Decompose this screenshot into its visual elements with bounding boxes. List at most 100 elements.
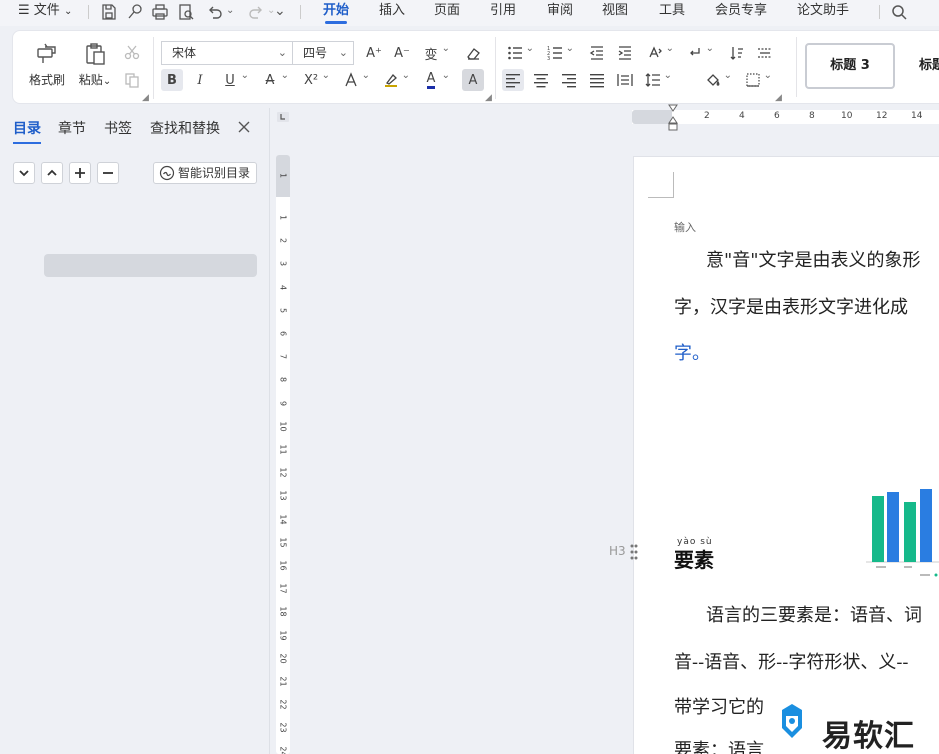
show-marks-button[interactable] — [754, 42, 776, 64]
paragraph-line[interactable]: 要素：语言 — [674, 736, 764, 754]
border-button[interactable] — [742, 69, 772, 91]
drag-handle-icon[interactable] — [629, 543, 639, 561]
shrink-font-button[interactable]: A⁻ — [391, 42, 413, 64]
text-effect-button[interactable] — [340, 69, 370, 91]
text-direction-button[interactable] — [644, 42, 674, 64]
style-heading-3[interactable]: 标题 3 — [805, 43, 895, 89]
file-menu[interactable]: ☰ 文件 ⌄ — [18, 0, 72, 24]
paragraph-line[interactable]: 字，汉字是由表形文字进化成 — [674, 293, 908, 319]
line-spacing-button[interactable] — [642, 69, 672, 91]
indent-marker-icon[interactable] — [668, 104, 678, 134]
align-center-button[interactable] — [530, 69, 552, 91]
cut-icon[interactable] — [121, 41, 143, 63]
remove-toc-button[interactable] — [97, 162, 119, 184]
ruler-tick-label: 8 — [809, 111, 815, 121]
tab-insert[interactable]: 插入 — [379, 0, 405, 24]
numbered-list-button[interactable]: 123 — [544, 42, 574, 64]
tab-member[interactable]: 会员专享 — [715, 0, 767, 24]
style-heading[interactable]: 标题 — [905, 43, 939, 89]
increase-indent-button[interactable] — [614, 42, 636, 64]
font-color-button[interactable]: A — [420, 69, 450, 91]
sort-button[interactable] — [684, 42, 714, 64]
sort-az-button[interactable] — [726, 42, 748, 64]
chevron-down-icon[interactable]: ⌄ — [226, 5, 234, 16]
collapse-button[interactable] — [13, 162, 35, 184]
highlight-button[interactable] — [380, 69, 410, 91]
bullet-list-button[interactable] — [504, 42, 534, 64]
shading-button[interactable] — [702, 69, 732, 91]
distribute-button[interactable] — [614, 69, 636, 91]
paragraph-line[interactable]: 音--语音、形--字符形状、义-- — [674, 648, 909, 674]
align-left-button[interactable] — [502, 69, 524, 91]
ruler-tick-label: 10 — [841, 111, 853, 121]
justify-button[interactable] — [586, 69, 608, 91]
ruler-tick-label: 6 — [774, 111, 780, 121]
ruler-corner-icon[interactable] — [276, 111, 290, 123]
dialog-launcher-icon[interactable]: ◢ — [485, 93, 492, 103]
dialog-launcher-icon[interactable]: ◢ — [142, 93, 149, 103]
tab-toc[interactable]: 目录 — [13, 118, 41, 144]
pinyin-guide-button[interactable]: 变 — [420, 42, 450, 64]
tab-bookmarks[interactable]: 书签 — [104, 118, 132, 138]
font-name-select[interactable]: 宋体 ⌄ — [161, 41, 293, 65]
underline-icon: U — [225, 72, 235, 88]
tab-view[interactable]: 视图 — [602, 0, 628, 24]
ruler-tick-label: 20 — [278, 653, 288, 664]
undo-icon[interactable] — [206, 3, 224, 21]
close-icon[interactable] — [236, 119, 252, 135]
tab-references[interactable]: 引用 — [490, 0, 516, 24]
align-right-button[interactable] — [558, 69, 580, 91]
strikethrough-icon: A — [265, 72, 275, 88]
smart-toc-button[interactable]: 智能识别目录 — [153, 162, 257, 184]
grow-font-button[interactable]: A⁺ — [363, 42, 385, 64]
ruler-tick-label: 9 — [278, 400, 288, 406]
dialog-launcher-icon[interactable]: ◢ — [775, 93, 782, 103]
ruler-tick-label: 19 — [278, 630, 288, 641]
chevron-down-icon — [19, 170, 29, 177]
paragraph-line[interactable]: 字。 — [674, 339, 710, 365]
paragraph-line[interactable]: 带学习它的 — [674, 693, 764, 719]
tab-page[interactable]: 页面 — [434, 0, 460, 24]
print-icon[interactable] — [151, 3, 169, 21]
underline-button[interactable]: U — [219, 69, 249, 91]
clear-format-button[interactable] — [462, 42, 484, 64]
ruler-tick-label: 6 — [278, 330, 288, 337]
paragraph-line[interactable]: 语言的三要素是：语音、词 — [706, 601, 922, 627]
more-icon[interactable]: ⌄ — [274, 3, 286, 19]
format-painter-icon[interactable] — [126, 3, 144, 21]
bold-button[interactable]: B — [161, 69, 183, 91]
line-break-icon — [690, 48, 700, 56]
redo-icon[interactable] — [247, 3, 265, 21]
font-size-select[interactable]: 四号 ⌄ — [292, 41, 354, 65]
save-icon[interactable] — [100, 3, 118, 21]
search-icon[interactable] — [890, 3, 908, 21]
paste-button[interactable]: 粘贴⌄ — [73, 39, 117, 95]
superscript-button[interactable]: X² — [300, 69, 330, 91]
vertical-ruler[interactable]: 1 1 2 3 4 5 6 7 8 9 10 11 12 13 14 15 16 17 18 19 20 21 22 23 24 — [276, 155, 290, 754]
add-toc-button[interactable] — [69, 162, 91, 184]
copy-icon[interactable] — [121, 69, 143, 91]
italic-button[interactable]: I — [189, 69, 211, 91]
strikethrough-button[interactable]: A — [259, 69, 289, 91]
tab-review[interactable]: 审阅 — [547, 0, 573, 24]
ruler-tick-label: 12 — [278, 467, 288, 478]
horizontal-ruler[interactable]: 2 4 6 8 10 12 14 — [632, 110, 939, 124]
tab-tools[interactable]: 工具 — [659, 0, 685, 24]
format-painter-button[interactable]: 格式刷 — [25, 39, 69, 95]
ruler-tick-label: 10 — [278, 421, 288, 432]
expand-button[interactable] — [41, 162, 63, 184]
ruler-tick-label: 13 — [278, 490, 288, 501]
ruler-tick-label: 1 — [278, 214, 288, 221]
embedded-chart-image[interactable] — [866, 484, 939, 580]
section-heading[interactable]: 要素 — [674, 544, 714, 573]
char-shading-button[interactable]: A — [462, 69, 484, 91]
decrease-indent-button[interactable] — [586, 42, 608, 64]
tab-home[interactable]: 开始 — [323, 0, 349, 24]
tab-paper-assistant[interactable]: 论文助手 — [797, 0, 849, 24]
paragraph-line[interactable]: 意"音"文字是由表义的象形 — [706, 246, 921, 272]
tab-find-replace[interactable]: 查找和替换 — [150, 118, 220, 138]
print-preview-icon[interactable] — [177, 3, 195, 21]
tab-sections[interactable]: 章节 — [58, 118, 86, 138]
increase-indent-icon — [618, 46, 631, 60]
paste-label-text: 粘贴 — [78, 73, 103, 87]
